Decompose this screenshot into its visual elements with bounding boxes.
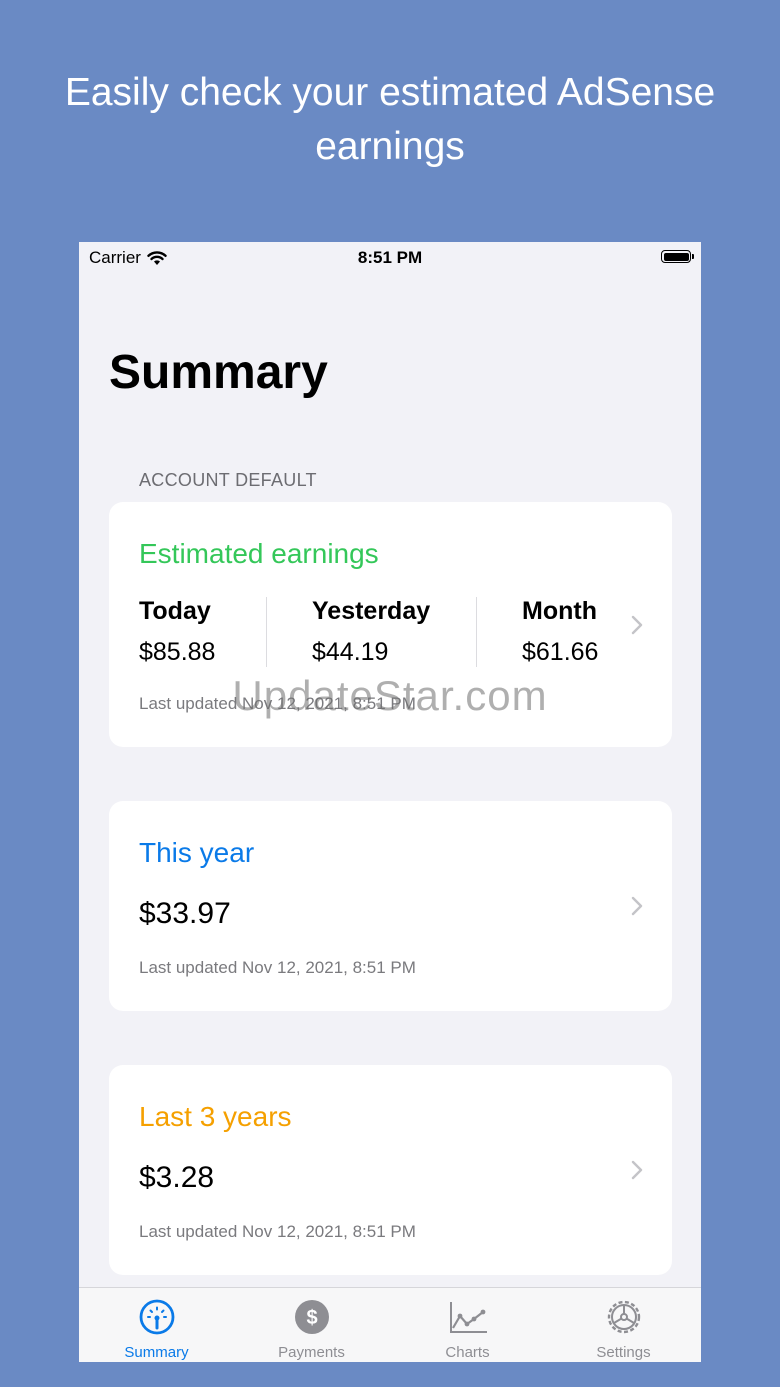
dollar-circle-icon: $ <box>295 1300 329 1334</box>
tab-summary[interactable]: Summary <box>79 1288 234 1362</box>
estimated-earnings-title: Estimated earnings <box>139 538 379 569</box>
last-3-years-card[interactable]: Last 3 years $3.28 Last updated Nov 12, … <box>109 1065 672 1275</box>
last-3-years-title: Last 3 years <box>139 1101 292 1132</box>
watermark: UpdateStar.com <box>232 672 548 719</box>
yesterday-column: Yesterday $44.19 <box>312 597 430 667</box>
chevron-right-icon <box>631 615 643 635</box>
chevron-right-icon <box>631 1160 643 1180</box>
line-chart-icon <box>450 1302 487 1333</box>
speedometer-icon <box>139 1299 175 1335</box>
tab-payments-label: Payments <box>278 1344 345 1361</box>
tab-bar: Summary $ Payments Charts Settings <box>79 1287 701 1362</box>
tab-charts[interactable]: Charts <box>390 1288 545 1362</box>
phone-screen: Carrier 8:51 PM Summary ACCOUNT DEFAULT … <box>79 242 701 1362</box>
last-updated-text: Last updated Nov 12, 2021, 8:51 PM <box>139 958 416 977</box>
status-bar: Carrier 8:51 PM <box>79 242 701 274</box>
svg-text:$: $ <box>306 1307 317 1329</box>
tab-settings-label: Settings <box>596 1344 651 1361</box>
month-value: $61.66 <box>522 638 599 666</box>
status-time: 8:51 PM <box>357 248 423 267</box>
tab-charts-label: Charts <box>445 1344 490 1361</box>
tab-summary-label: Summary <box>124 1344 189 1361</box>
battery-icon <box>661 250 694 263</box>
today-column: Today $85.88 <box>139 597 215 667</box>
today-label: Today <box>139 597 211 625</box>
today-value: $85.88 <box>139 638 216 666</box>
tab-payments[interactable]: $ Payments <box>234 1288 389 1362</box>
tab-settings[interactable]: Settings <box>546 1288 701 1362</box>
month-label: Month <box>522 597 597 625</box>
this-year-value: $33.97 <box>139 897 231 930</box>
yesterday-value: $44.19 <box>312 638 389 666</box>
column-divider <box>266 597 267 667</box>
last-updated-text: Last updated Nov 12, 2021, 8:51 PM <box>139 1222 416 1241</box>
section-header: ACCOUNT DEFAULT <box>139 470 317 490</box>
this-year-title: This year <box>139 837 255 868</box>
page-title: Summary <box>109 346 328 399</box>
month-column: Month $61.66 <box>522 597 598 667</box>
column-divider <box>476 597 477 667</box>
headline: Easily check your estimated AdSense earn… <box>64 71 716 168</box>
yesterday-label: Yesterday <box>312 597 431 625</box>
chevron-right-icon <box>631 896 643 916</box>
this-year-card[interactable]: This year $33.97 Last updated Nov 12, 20… <box>109 801 672 1011</box>
gear-icon <box>607 1300 641 1334</box>
last-3-years-value: $3.28 <box>139 1161 215 1194</box>
